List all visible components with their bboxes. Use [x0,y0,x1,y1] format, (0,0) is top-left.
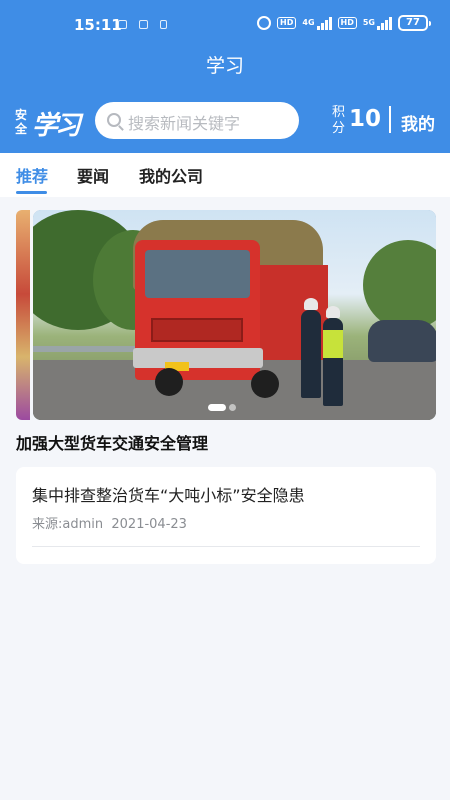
status-icons: HD 4G HD 5G 77 [257,15,431,31]
mine-button[interactable]: 我的 [401,110,435,135]
status-bar: 15:11 HD 4G HD 5G 77 [0,0,450,48]
news-source-label: 来源: [32,517,63,532]
active-tab-indicator [16,191,47,194]
notification-icon [118,20,127,29]
news-source: admin [62,517,104,532]
signal-icon [316,16,332,30]
hd-badge: HD [337,17,357,29]
news-date: 2021-04-23 [111,517,187,532]
points-label: 积分 [332,105,346,136]
news-title[interactable]: 集中排查整治货车“大吨小标”安全隐患 [32,482,305,506]
news-card[interactable]: 集中排查整治货车“大吨小标”安全隐患 来源:admin 2021-04-23 [16,467,436,564]
previous-slide-peek[interactable] [16,210,30,420]
carousel-dot-active [208,404,226,411]
carousel-dot [229,404,236,411]
search-icon [107,113,121,127]
notification-icon [160,20,167,29]
search-placeholder: 搜索新闻关键字 [128,114,241,133]
points-value[interactable]: 10 [349,106,381,132]
search-input[interactable]: 搜索新闻关键字 [95,102,299,139]
logo-small-text: 安全 [15,108,28,136]
signal-icon [377,16,392,30]
battery-icon: 77 [398,15,431,31]
hd-badge: HD [277,17,297,29]
banner-caption[interactable]: 加强大型货车交通安全管理 [16,430,208,454]
tab-my-company[interactable]: 我的公司 [139,163,203,187]
news-meta: 来源:admin 2021-04-23 [32,513,187,532]
app-logo: 安全 学习 [15,104,85,141]
carousel-indicator [204,404,244,412]
status-time: 15:11 [74,16,122,34]
card-divider [32,546,420,547]
notification-icon [139,20,148,29]
tab-bar: 推荐 要闻 我的公司 [0,153,450,197]
banner-image[interactable] [33,210,436,420]
alarm-icon [257,16,272,30]
page-title: 学习 [205,55,244,77]
header-bar: 15:11 HD 4G HD 5G 77 学习 安全 学习 搜索新闻关键字 积分… [0,0,450,153]
network-type: 5G [362,18,375,27]
logo-big-text: 学习 [32,111,81,141]
network-type: 4G [302,18,315,27]
tab-headlines[interactable]: 要闻 [77,163,109,187]
tab-recommend[interactable]: 推荐 [16,163,48,187]
header-divider [389,106,391,133]
